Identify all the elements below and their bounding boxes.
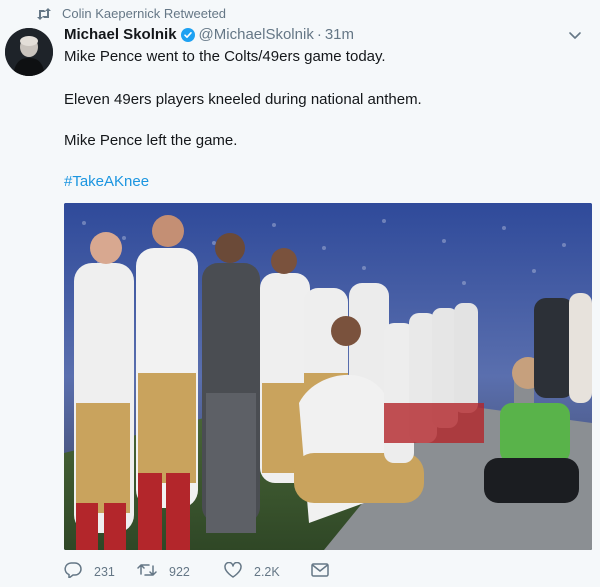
- avatar[interactable]: [5, 28, 53, 76]
- author-handle[interactable]: @MichaelSkolnik: [199, 26, 314, 43]
- reply-icon: [64, 562, 82, 581]
- retweet-button[interactable]: 922: [137, 563, 221, 580]
- heart-icon: [224, 561, 242, 581]
- tweet-line: Mike Pence went to the Colts/49ers game …: [64, 48, 386, 65]
- tweet-line: Mike Pence left the game.: [64, 132, 238, 149]
- verified-badge-icon: [180, 27, 195, 42]
- author-name[interactable]: Michael Skolnik: [64, 26, 177, 43]
- retweet-icon: [137, 563, 157, 580]
- reply-button[interactable]: 231: [64, 562, 144, 581]
- tweet-timestamp[interactable]: 31m: [325, 26, 354, 43]
- retweet-icon: [36, 7, 52, 20]
- hashtag-link[interactable]: #TakeAKnee: [64, 172, 149, 192]
- tweet-actions: 231 922 2.2K: [64, 561, 329, 581]
- retweet-context: Colin Kaepernick Retweeted: [36, 6, 226, 21]
- like-count: 2.2K: [254, 564, 280, 579]
- like-button[interactable]: 2.2K: [224, 561, 312, 581]
- chevron-down-icon[interactable]: [568, 28, 582, 46]
- separator-dot: ·: [316, 26, 322, 43]
- direct-message-button[interactable]: [311, 563, 329, 580]
- retweet-context-label[interactable]: Colin Kaepernick Retweeted: [62, 6, 226, 21]
- retweet-count: 922: [169, 564, 190, 579]
- tweet-header: Michael Skolnik @MichaelSkolnik · 31m: [64, 26, 590, 43]
- reply-count: 231: [94, 564, 115, 579]
- tweet-line: Eleven 49ers players kneeled during nati…: [64, 91, 422, 108]
- tweet-photo[interactable]: [64, 203, 592, 550]
- envelope-icon: [311, 563, 329, 580]
